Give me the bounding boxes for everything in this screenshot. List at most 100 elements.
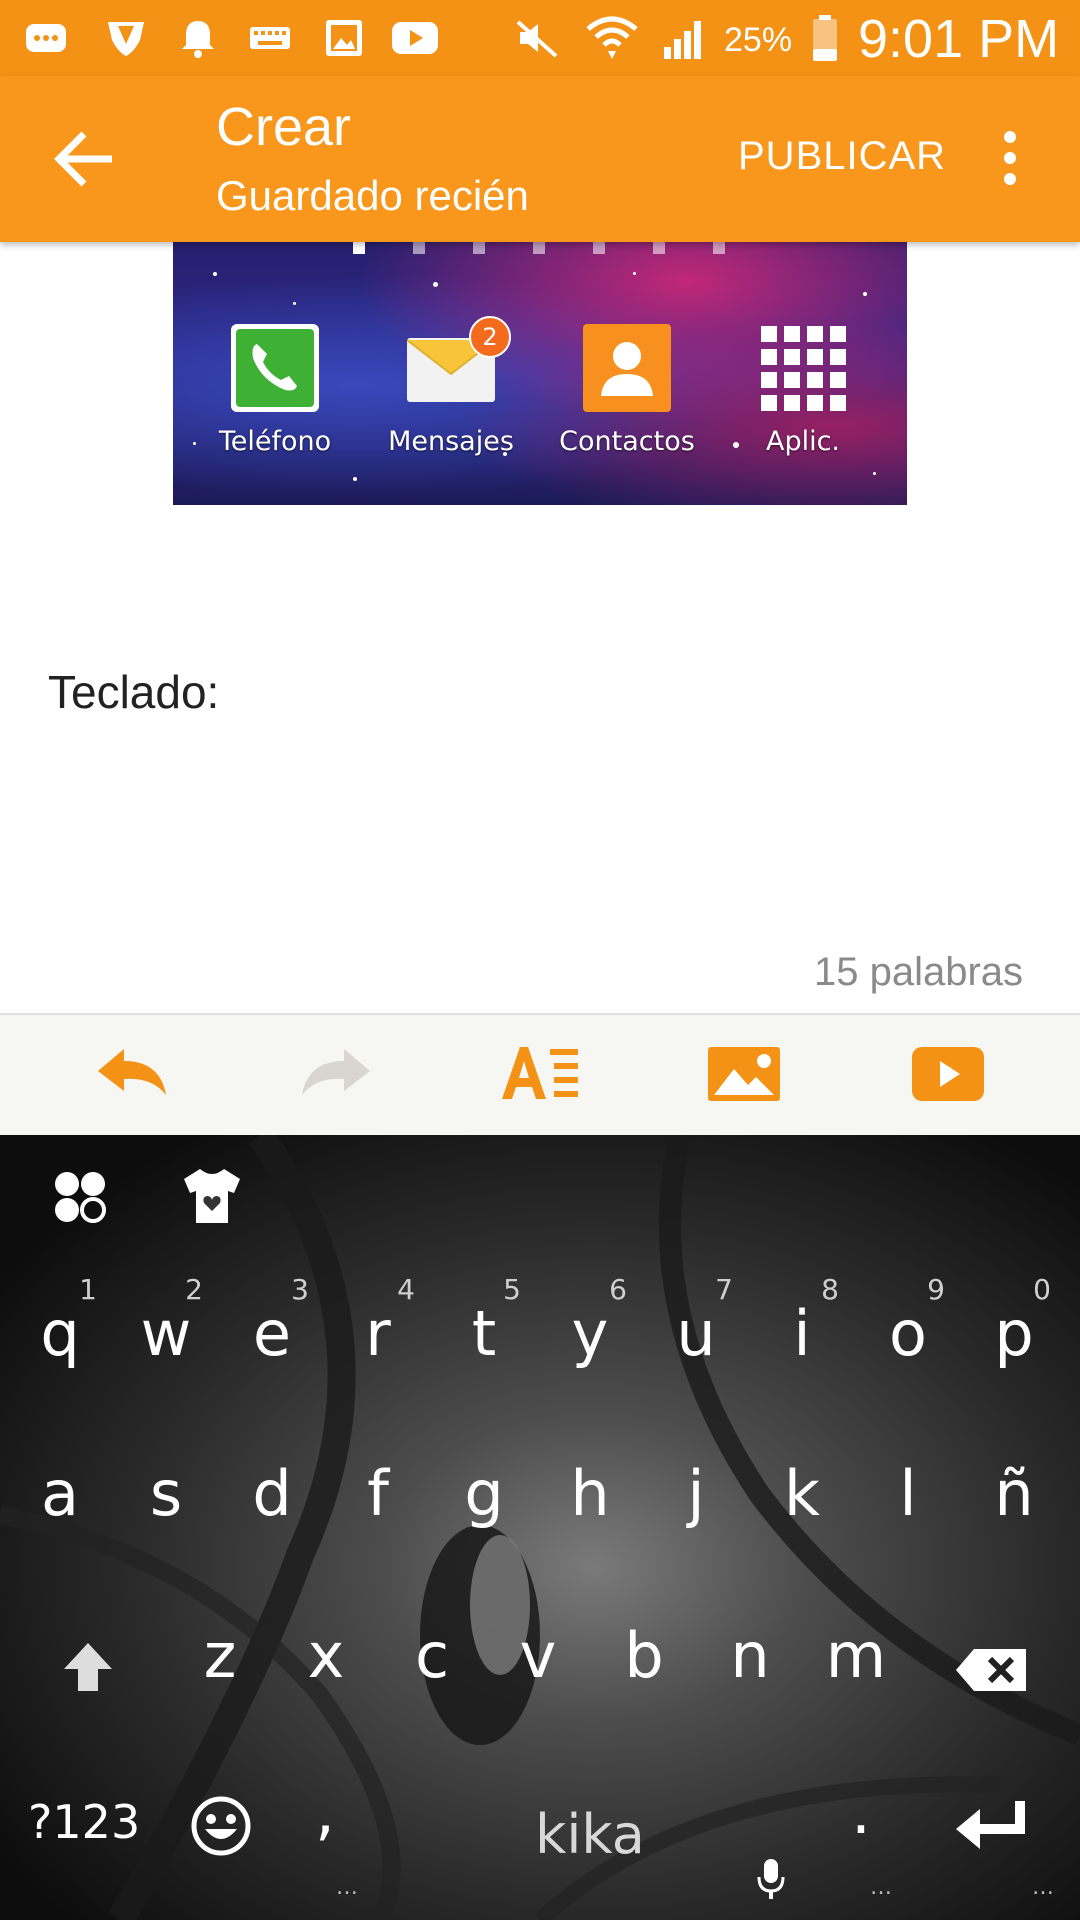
backspace-key[interactable]: [954, 1645, 1030, 1695]
app-label: Teléfono: [218, 426, 332, 457]
app-contacts: Contactos: [557, 324, 697, 457]
app-bar: Crear Guardado recién PUBLICAR: [0, 76, 1080, 242]
page-indicator: [473, 242, 485, 254]
symbols-key[interactable]: ?123: [28, 1795, 148, 1849]
page-indicator: [593, 242, 605, 254]
emoji-key[interactable]: [190, 1795, 252, 1857]
bell-icon: [176, 0, 220, 76]
key-x[interactable]: x: [276, 1619, 376, 1692]
mute-icon: [512, 0, 562, 76]
text-format-button[interactable]: [498, 1041, 582, 1107]
app-label: Contactos: [559, 426, 695, 457]
theme-button[interactable]: [180, 1165, 244, 1227]
emoji-icon: [191, 1796, 251, 1856]
key-z[interactable]: z: [170, 1619, 270, 1692]
key-g[interactable]: g: [434, 1457, 534, 1530]
insert-video-button[interactable]: [906, 1041, 990, 1107]
enter-key[interactable]: [950, 1795, 1030, 1855]
key-j[interactable]: j: [646, 1457, 746, 1530]
voice-input-key[interactable]: [756, 1857, 786, 1901]
shift-icon: [64, 1643, 112, 1691]
clock: 9:01 PM: [858, 9, 1060, 69]
messages-icon: [24, 0, 68, 76]
status-bar: 25% 9:01 PM: [0, 0, 1080, 76]
keyboard-menu-button[interactable]: [50, 1167, 110, 1227]
editor-toolbar: [0, 1013, 1080, 1137]
key-more-indicator: …: [336, 1875, 360, 1900]
apps-grid-icon: [759, 324, 847, 412]
key-p[interactable]: p: [964, 1297, 1064, 1370]
shift-key[interactable]: [60, 1639, 116, 1695]
word-count: 15 palabras: [814, 950, 1024, 994]
insert-video-icon: [912, 1047, 984, 1101]
key-e[interactable]: e: [222, 1297, 322, 1370]
key-l[interactable]: l: [858, 1457, 958, 1530]
undo-icon: [98, 1049, 166, 1095]
insert-image-icon: [708, 1047, 780, 1101]
key-n-tilde[interactable]: ñ: [964, 1457, 1064, 1530]
save-status: Guardado recién: [216, 172, 529, 219]
period-key[interactable]: .: [836, 1775, 886, 1848]
key-b[interactable]: b: [594, 1619, 694, 1692]
keyboard: 1 2 3 4 5 6 7 8 9 0 q w e r t y u i o p …: [0, 1135, 1080, 1920]
key-k[interactable]: k: [752, 1457, 852, 1530]
insert-image-button[interactable]: [702, 1041, 786, 1107]
phone-icon: [231, 324, 319, 412]
image-icon: [322, 0, 366, 76]
embedded-screenshot-image[interactable]: Teléfono 2 Mensajes Contactos Aplic.: [173, 242, 907, 505]
shield-icon: [104, 0, 148, 76]
enter-icon: [956, 1801, 1025, 1849]
battery-percent: 25%: [724, 21, 793, 59]
backspace-icon: [956, 1649, 1026, 1691]
wifi-icon: [584, 0, 640, 76]
text-format-icon: [502, 1047, 578, 1099]
redo-icon: [302, 1049, 370, 1095]
key-w[interactable]: w: [116, 1297, 216, 1370]
page-indicator: [353, 242, 365, 254]
publish-button[interactable]: PUBLICAR: [738, 134, 946, 179]
key-f[interactable]: f: [328, 1457, 428, 1530]
arrow-left-icon: [54, 131, 112, 187]
page-indicator: [713, 242, 725, 254]
undo-button[interactable]: [90, 1041, 174, 1107]
key-t[interactable]: t: [434, 1297, 534, 1370]
key-u[interactable]: u: [646, 1297, 746, 1370]
comma-key[interactable]: ,: [300, 1775, 350, 1848]
key-m[interactable]: m: [806, 1619, 906, 1692]
signal-icon: [660, 0, 710, 76]
key-r[interactable]: r: [328, 1297, 428, 1370]
more-vert-icon: [1004, 131, 1016, 185]
app-phone: Teléfono: [205, 324, 345, 457]
key-o[interactable]: o: [858, 1297, 958, 1370]
page-title: Crear: [216, 97, 352, 157]
back-button[interactable]: [50, 126, 120, 192]
mail-icon: 2: [406, 316, 511, 412]
youtube-icon: [390, 0, 440, 76]
app-label: Mensajes: [388, 426, 514, 457]
key-y[interactable]: y: [540, 1297, 640, 1370]
key-n[interactable]: n: [700, 1619, 800, 1692]
page-indicator: [413, 242, 425, 254]
key-i[interactable]: i: [752, 1297, 852, 1370]
app-messages: 2 Mensajes: [381, 316, 521, 457]
shirt-icon: [184, 1169, 240, 1223]
redo-button[interactable]: [294, 1041, 378, 1107]
space-bar[interactable]: kika: [400, 1803, 780, 1866]
key-v[interactable]: v: [488, 1619, 588, 1692]
key-d[interactable]: d: [222, 1457, 322, 1530]
microphone-icon: [757, 1859, 785, 1899]
contacts-icon: [583, 324, 671, 412]
key-q[interactable]: q: [10, 1297, 110, 1370]
app-apps: Aplic.: [733, 324, 873, 457]
key-h[interactable]: h: [540, 1457, 640, 1530]
key-c[interactable]: c: [382, 1619, 482, 1692]
key-more-indicator: …: [1032, 1875, 1056, 1900]
unread-badge: 2: [469, 316, 511, 358]
clover-menu-icon: [55, 1172, 106, 1223]
keyboard-icon: [248, 0, 292, 76]
overflow-menu-button[interactable]: [985, 128, 1035, 188]
battery-icon: [810, 0, 840, 76]
key-s[interactable]: s: [116, 1457, 216, 1530]
key-a[interactable]: a: [10, 1457, 110, 1530]
post-body-text[interactable]: Teclado:: [48, 665, 219, 719]
